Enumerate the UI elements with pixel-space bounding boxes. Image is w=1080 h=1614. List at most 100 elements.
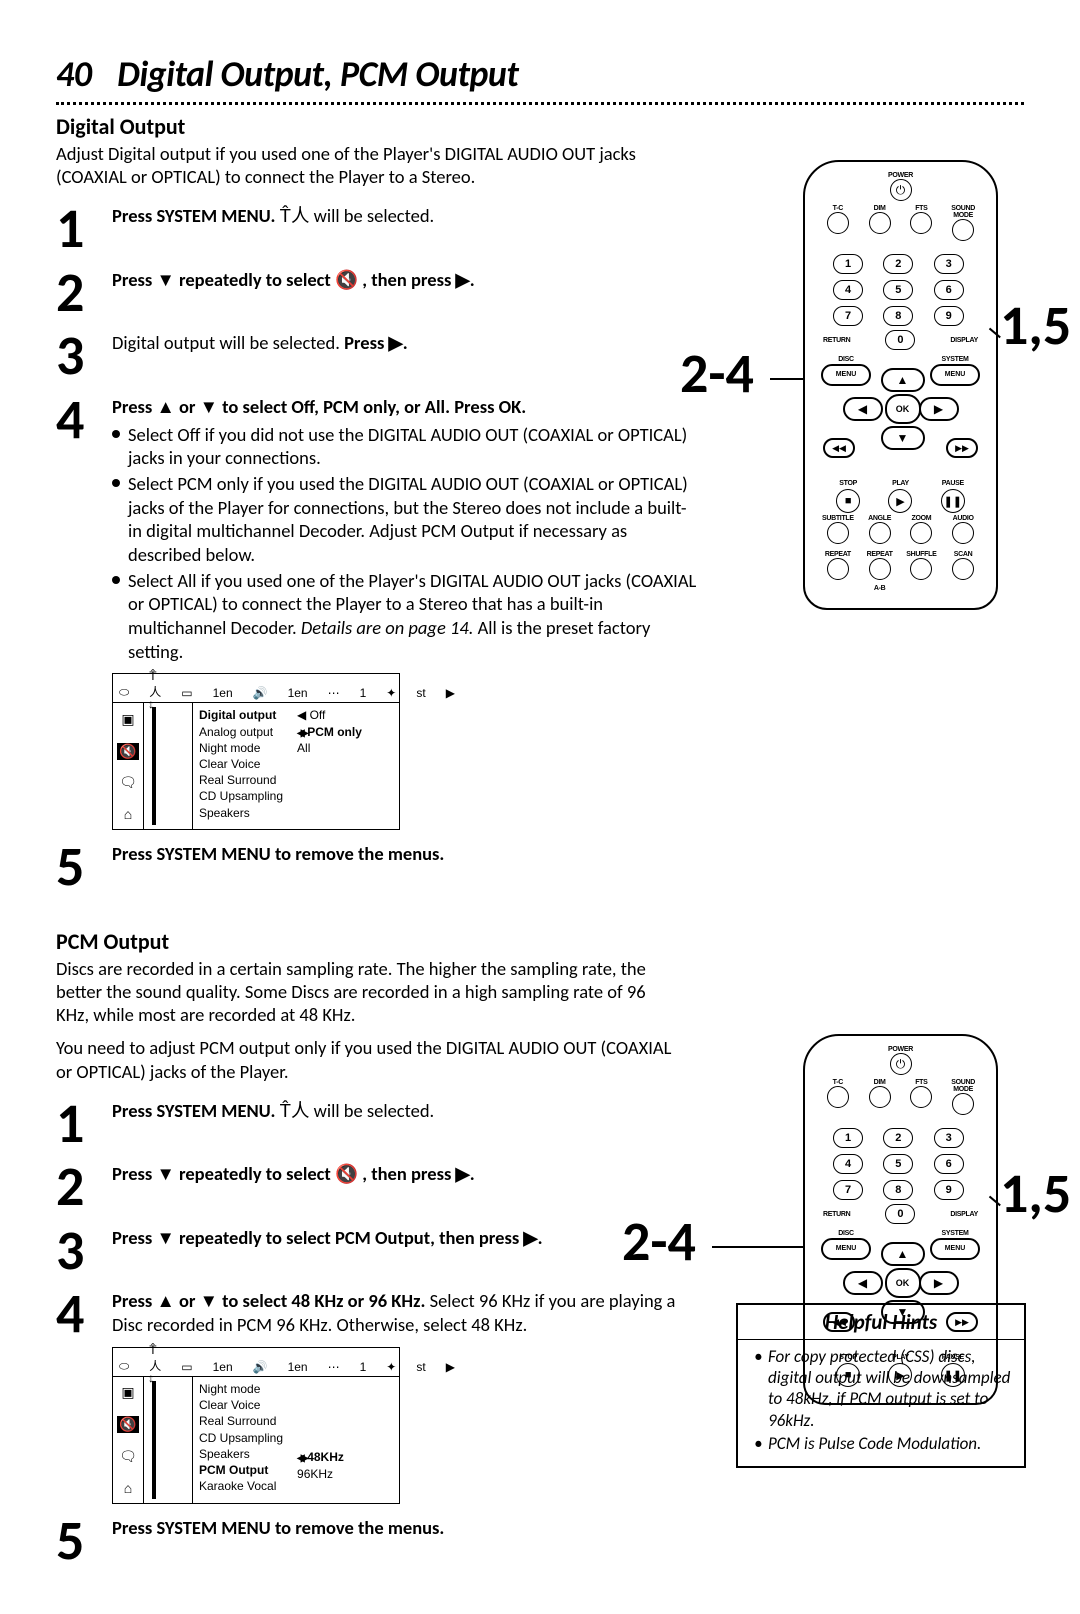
toolbar-icon: T̂人 bbox=[149, 669, 161, 700]
step-plain: will be selected. bbox=[314, 1099, 435, 1122]
step-plain: Digital output will be selected. bbox=[112, 331, 344, 354]
tc-button[interactable] bbox=[827, 212, 849, 234]
scan-button[interactable] bbox=[952, 558, 974, 580]
num-8-button[interactable]: 8 bbox=[883, 1180, 913, 1200]
step-5: 5 Press SYSTEM MENU to remove the menus. bbox=[56, 836, 1024, 892]
hint-item: •PCM is Pulse Code Modulation. bbox=[754, 1433, 1014, 1454]
shuffle-button[interactable] bbox=[910, 558, 932, 580]
num-1-button[interactable]: 1 bbox=[833, 1128, 863, 1148]
icon-tv: ▭ bbox=[181, 1360, 192, 1374]
stop-button[interactable]: ■ bbox=[836, 489, 860, 513]
fts-button[interactable] bbox=[910, 212, 932, 234]
right-button[interactable]: ▶ bbox=[919, 1271, 959, 1295]
num-0-button[interactable]: 0 bbox=[885, 330, 915, 350]
fts-button[interactable] bbox=[910, 1086, 932, 1108]
osd-items: Night mode Clear Voice Real Surround CD … bbox=[199, 1381, 283, 1499]
toolbar-icon: T̂人 bbox=[280, 1099, 310, 1123]
icon-angle: ✦ bbox=[386, 686, 396, 700]
heading-digital-output: Digital Output bbox=[56, 113, 1024, 140]
num-4-button[interactable]: 4 bbox=[833, 1154, 863, 1174]
left-button[interactable]: ◀ bbox=[843, 397, 883, 421]
num-5-button[interactable]: 5 bbox=[883, 1154, 913, 1174]
step-num: 2 bbox=[56, 270, 112, 318]
callout-2-4: 2-4 bbox=[622, 1214, 696, 1270]
power-button[interactable]: ⏻ bbox=[890, 1053, 912, 1075]
heading-pcm-output: PCM Output bbox=[56, 928, 1024, 955]
num-9-button[interactable]: 9 bbox=[934, 1180, 964, 1200]
step-num: 3 bbox=[56, 1228, 112, 1276]
audio-button[interactable] bbox=[952, 522, 974, 544]
tc-button[interactable] bbox=[827, 1086, 849, 1108]
step-num: 3 bbox=[56, 333, 112, 381]
icon-speaker: 🔊 bbox=[253, 1360, 268, 1374]
page-number: 40 bbox=[56, 52, 92, 96]
num-3-button[interactable]: 3 bbox=[934, 254, 964, 274]
num-0-button[interactable]: 0 bbox=[885, 1204, 915, 1224]
osd-options: Off PCM only All bbox=[297, 707, 362, 825]
icon-picture: ▣ bbox=[121, 711, 134, 728]
num-8-button[interactable]: 8 bbox=[883, 306, 913, 326]
up-button[interactable]: ▲ bbox=[881, 1242, 925, 1266]
helpful-hints-title: Helpful Hints bbox=[738, 1305, 1024, 1340]
num-7-button[interactable]: 7 bbox=[833, 1180, 863, 1200]
step-bold: Press ▲ or ▼ to select 48 KHz or 96 KHz. bbox=[112, 1289, 425, 1312]
num-3-button[interactable]: 3 bbox=[934, 1128, 964, 1148]
icon-picture: ▣ bbox=[121, 1384, 134, 1401]
power-label: POWER bbox=[815, 172, 986, 179]
toolbar-icon: T̂人 bbox=[280, 204, 310, 228]
page-title: 40 Digital Output, PCM Output bbox=[56, 52, 1024, 96]
num-2-button[interactable]: 2 bbox=[883, 254, 913, 274]
num-1-button[interactable]: 1 bbox=[833, 254, 863, 274]
hint-item: •For copy protected (CSS) discs, digital… bbox=[754, 1346, 1014, 1431]
play-button[interactable]: ▶ bbox=[888, 489, 912, 513]
callout-2-4: 2-4 bbox=[680, 346, 754, 402]
sound-mode-button[interactable] bbox=[952, 219, 974, 241]
num-2-button[interactable]: 2 bbox=[883, 1128, 913, 1148]
step-5: 5 Press SYSTEM MENU to remove the menus. bbox=[56, 1510, 1024, 1566]
right-button[interactable]: ▶ bbox=[919, 397, 959, 421]
num-4-button[interactable]: 4 bbox=[833, 280, 863, 300]
next-button[interactable]: ▶▶ bbox=[946, 438, 978, 458]
icon-speaker-selected: 🔇 bbox=[117, 743, 138, 760]
icon-speaker: 🔊 bbox=[253, 686, 268, 700]
dim-button[interactable] bbox=[869, 1086, 891, 1108]
osd-options: 48KHz 96KHz bbox=[297, 1449, 344, 1499]
angle-button[interactable] bbox=[869, 522, 891, 544]
callout-1-5: 1,5 bbox=[1000, 298, 1071, 354]
step-num: 4 bbox=[56, 397, 112, 445]
prev-button[interactable]: ◀◀ bbox=[823, 438, 855, 458]
callout-line bbox=[712, 1246, 804, 1248]
repeat-button[interactable] bbox=[827, 558, 849, 580]
pause-button[interactable]: ❚❚ bbox=[941, 489, 965, 513]
icon-features: ⌂ bbox=[124, 806, 132, 822]
num-5-button[interactable]: 5 bbox=[883, 280, 913, 300]
zoom-button[interactable] bbox=[910, 522, 932, 544]
step-bold: Press SYSTEM MENU to remove the menus. bbox=[112, 842, 444, 865]
up-button[interactable]: ▲ bbox=[881, 368, 925, 392]
step-num: 5 bbox=[56, 844, 112, 892]
ok-button[interactable]: OK bbox=[885, 1268, 921, 1298]
sound-mode-button[interactable] bbox=[952, 1093, 974, 1115]
icon-subtitle: ⋯ bbox=[328, 686, 340, 700]
num-6-button[interactable]: 6 bbox=[934, 280, 964, 300]
step-bold: Press ▲ or ▼ to select Off, PCM only, or… bbox=[112, 395, 526, 418]
toolbar-icon: T̂人 bbox=[149, 1343, 161, 1374]
icon-speaker-selected: 🔇 bbox=[117, 1416, 138, 1433]
icon-tv: ▭ bbox=[181, 686, 192, 700]
intro-digital-output: Adjust Digital output if you used one of… bbox=[56, 142, 676, 188]
dim-button[interactable] bbox=[869, 212, 891, 234]
icon-language: 🗨 bbox=[119, 1448, 137, 1465]
power-button[interactable]: ⏻ bbox=[890, 179, 912, 201]
num-6-button[interactable]: 6 bbox=[934, 1154, 964, 1174]
intro-pcm-output-2: You need to adjust PCM output only if yo… bbox=[56, 1036, 676, 1082]
num-9-button[interactable]: 9 bbox=[934, 306, 964, 326]
num-7-button[interactable]: 7 bbox=[833, 306, 863, 326]
callout-1-5: 1,5 bbox=[1000, 1166, 1071, 1222]
left-button[interactable]: ◀ bbox=[843, 1271, 883, 1295]
step-bold: Press ▼ repeatedly to select 🔇 , then pr… bbox=[112, 1162, 475, 1185]
step-bold: Press SYSTEM MENU. bbox=[112, 1099, 275, 1122]
subtitle-button[interactable] bbox=[827, 522, 849, 544]
ok-button[interactable]: OK bbox=[885, 394, 921, 424]
repeat-ab-button[interactable] bbox=[869, 558, 891, 580]
icon-disc: ⬭ bbox=[119, 685, 129, 700]
